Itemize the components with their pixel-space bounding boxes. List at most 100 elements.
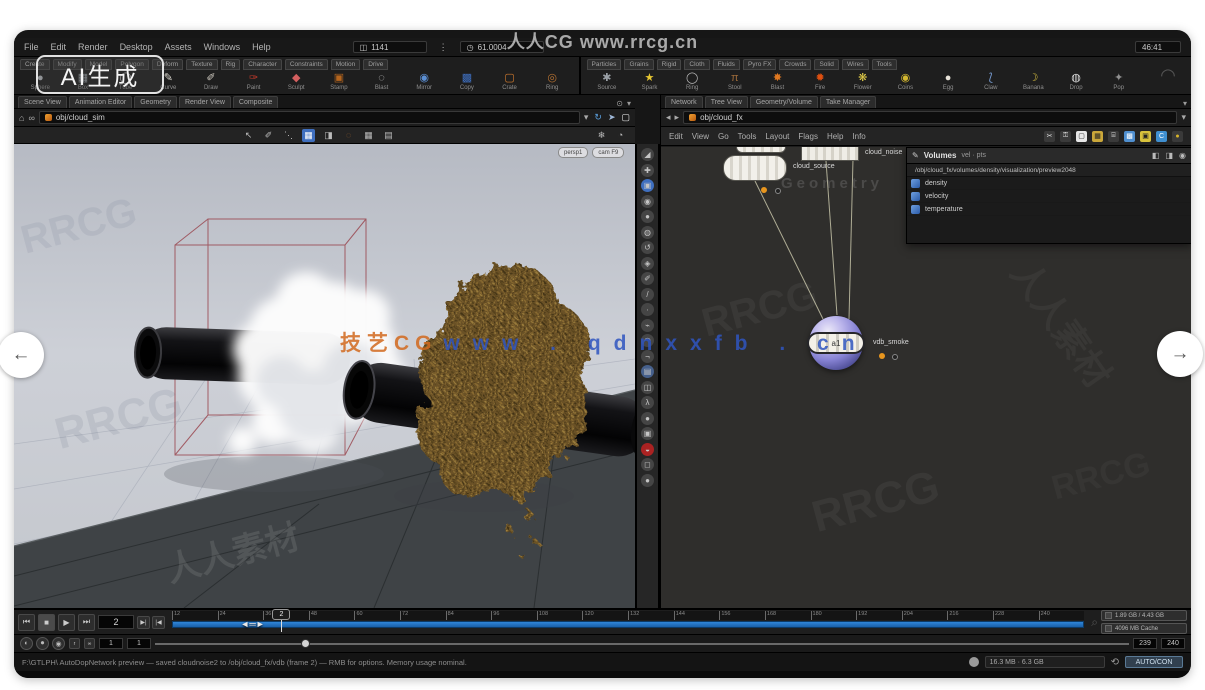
node-vdb-pill[interactable]: a1 <box>807 332 865 354</box>
side-tool-icon[interactable]: ⌁ <box>641 319 654 332</box>
pane-dot-icon[interactable]: ⊙ <box>616 99 623 108</box>
pathbar-icon[interactable]: ↻ <box>594 112 602 123</box>
pathbar-icon[interactable]: ▾ <box>584 112 589 123</box>
transport-button[interactable]: ⏮ <box>18 614 35 631</box>
pane-tab[interactable]: Composite <box>233 96 278 108</box>
shelf-tab[interactable]: Grains <box>624 59 653 70</box>
shelf-tool[interactable]: ◍ Drop <box>1056 72 1097 91</box>
side-tool-icon[interactable]: ↺ <box>641 241 654 254</box>
network-toolbar-icon[interactable]: ▣ <box>1140 131 1151 142</box>
shelf-tool[interactable]: ◉ Coins <box>885 72 926 91</box>
panel-filter-icon[interactable]: ◧ <box>1152 151 1160 160</box>
menu-item[interactable]: Assets <box>165 42 192 52</box>
node-nav-icon[interactable]: ▸ <box>675 112 680 123</box>
side-tool-icon[interactable]: ◫ <box>641 381 654 394</box>
node-flag-display[interactable] <box>879 353 885 359</box>
side-tool-icon[interactable]: ▣ <box>641 427 654 440</box>
cached-range-bar[interactable] <box>172 621 1084 628</box>
frame-step-button[interactable]: |◀ <box>152 616 165 629</box>
viewport-tool-icon[interactable]: ▦ <box>362 129 375 142</box>
menu-item[interactable]: Edit <box>669 132 683 141</box>
shelf-tool[interactable]: π Stool <box>714 72 755 91</box>
viewport-tool-icon[interactable]: ◌ <box>342 129 355 142</box>
shelf-tab[interactable]: Drive <box>363 59 388 70</box>
global-end-field[interactable]: 240 <box>1161 638 1185 649</box>
network-canvas[interactable]: Geometry RRCG RRCG 人人素材 RRCG cloud_sourc… <box>661 147 1191 608</box>
range-loop-button[interactable]: ∞ <box>84 638 95 649</box>
side-tool-icon[interactable]: ▤ <box>641 365 654 378</box>
node-cloud-source[interactable] <box>723 155 787 181</box>
pane-pin-icon[interactable]: ▾ <box>1183 99 1187 108</box>
panel-close-icon[interactable]: ◉ <box>1179 151 1186 160</box>
side-tool-icon[interactable]: / <box>641 288 654 301</box>
shelf-tool[interactable]: ✐ Draw <box>191 72 232 91</box>
timeline-ruler[interactable]: 1224364860728496108120132144156168180192… <box>172 611 1084 620</box>
scene-path-field[interactable]: obj/cloud_sim <box>39 111 580 124</box>
transport-button[interactable]: ▶ <box>58 614 75 631</box>
transport-button[interactable]: ⏭ <box>78 614 95 631</box>
panel-path-row[interactable]: /obj/cloud_fx/volumes/density/visualizat… <box>907 164 1191 177</box>
side-tool-icon[interactable]: ● <box>641 412 654 425</box>
playback-option-button[interactable]: ⏺ <box>36 637 49 650</box>
dropdown-caret-icon[interactable]: ▾ <box>1181 112 1186 123</box>
side-tool-icon[interactable]: ◒ <box>641 443 654 456</box>
network-toolbar-icon[interactable]: ▢ <box>1076 131 1087 142</box>
menu-item[interactable]: Help <box>827 132 843 141</box>
shelf-tab[interactable]: Texture <box>186 59 217 70</box>
shelf-tool[interactable]: ▩ Copy <box>447 72 488 91</box>
shelf-tool[interactable]: ✑ Paint <box>233 72 274 91</box>
pathbar-icon[interactable]: ▢ <box>621 112 630 123</box>
volumes-panel-header[interactable]: ✎ Volumes vel · pts ◧ ◨ ◉ <box>907 148 1191 164</box>
shelf-tool[interactable]: ◉ Mirror <box>404 72 445 91</box>
timeline[interactable]: 1224364860728496108120132144156168180192… <box>172 611 1084 633</box>
pane-tab[interactable]: Geometry/Volume <box>750 96 818 108</box>
camera-pill[interactable]: cam F9 <box>592 147 624 158</box>
menu-item[interactable]: Layout <box>765 132 789 141</box>
range-start-field[interactable]: 1 <box>99 638 123 649</box>
viewport-tool-icon[interactable]: ✐ <box>262 129 275 142</box>
shelf-tab[interactable]: Motion <box>331 59 361 70</box>
transport-button[interactable]: ■ <box>38 614 55 631</box>
node-nav-icon[interactable]: ◂ <box>666 112 671 123</box>
side-tool-icon[interactable]: λ <box>641 396 654 409</box>
range-slider-handle[interactable] <box>301 639 310 648</box>
memory-usage-button[interactable]: 1.89 GB / 4.43 GB <box>1101 610 1187 621</box>
shelf-tool[interactable]: ✹ Fire <box>800 72 841 91</box>
menu-item[interactable]: Flags <box>798 132 818 141</box>
viewport-tool-icon[interactable]: ◔ <box>614 129 627 142</box>
range-lock-button[interactable]: r <box>69 638 80 649</box>
side-tool-icon[interactable]: ✚ <box>641 164 654 177</box>
refresh-icon[interactable]: ⟲ <box>1111 657 1119 668</box>
range-end-field[interactable]: 239 <box>1133 638 1157 649</box>
scrub-handle[interactable]: ◄═► <box>240 619 264 629</box>
menu-item[interactable]: Render <box>78 42 108 52</box>
viewport-tool-icon[interactable]: ❄ <box>595 129 608 142</box>
shelf-tool[interactable]: ◎ Ring <box>532 72 573 91</box>
menubar-field-2[interactable]: ◷ 61.0004 <box>460 41 544 53</box>
shelf-tab[interactable]: Pyro FX <box>743 59 776 70</box>
shelf-tab[interactable]: Character <box>243 59 282 70</box>
network-path-field[interactable]: obj/cloud_fx <box>683 111 1177 124</box>
shelf-tool[interactable]: ✱ Source <box>587 72 628 91</box>
node-pill-top[interactable] <box>736 147 786 153</box>
shelf-tool[interactable]: ❋ Flower <box>842 72 883 91</box>
shelf-tool[interactable]: ▣ Stamp <box>319 72 360 91</box>
menu-item[interactable]: Go <box>718 132 729 141</box>
side-tool-icon[interactable]: ✐ <box>641 272 654 285</box>
link-icon[interactable]: ∞ <box>28 113 34 123</box>
menu-item[interactable]: Tools <box>738 132 757 141</box>
node-cloud-noise[interactable] <box>801 147 859 161</box>
frame-step-button[interactable]: ▶| <box>137 616 150 629</box>
network-toolbar-icon[interactable]: ● <box>1172 131 1183 142</box>
side-tool-icon[interactable]: ◉ <box>641 195 654 208</box>
range-slider[interactable] <box>155 638 1129 650</box>
node-flag-render[interactable] <box>775 188 781 194</box>
pane-tab[interactable]: Scene View <box>18 96 67 108</box>
node-flag-render[interactable] <box>892 354 898 360</box>
menu-item[interactable]: Help <box>252 42 271 52</box>
pane-tab[interactable]: Tree View <box>705 96 748 108</box>
side-tool-icon[interactable]: ● <box>641 210 654 223</box>
shelf-tab[interactable]: Rigid <box>657 59 682 70</box>
shelf-tool[interactable]: ✦ Pop <box>1098 72 1139 91</box>
menu-item[interactable]: Windows <box>204 42 241 52</box>
